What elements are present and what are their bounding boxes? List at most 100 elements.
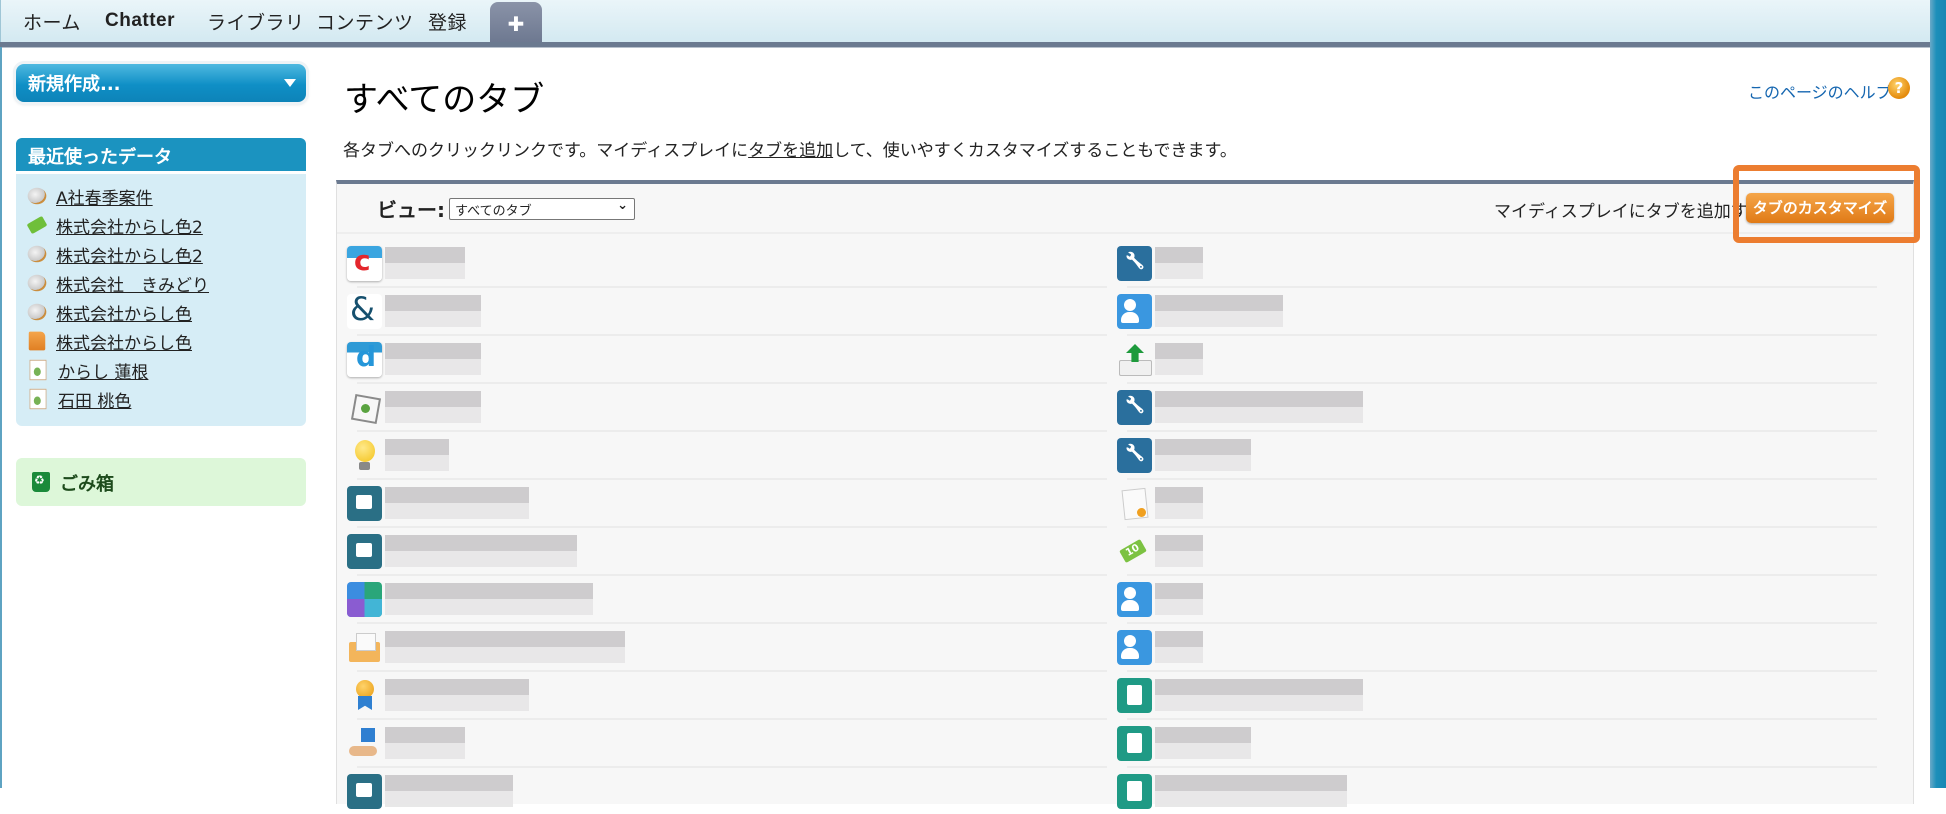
recent-item[interactable]: 株式会社からし色2 [26,212,203,238]
ampersand-logo-icon[interactable] [347,290,382,329]
tab-list-item-right[interactable] [1117,766,1877,814]
tab-list-item-right[interactable] [1117,622,1877,670]
redacted-tab-label[interactable] [385,391,481,423]
redacted-tab-label[interactable] [1155,631,1203,663]
all-tabs-button[interactable]: ✚ [490,2,542,43]
tab-list-item-left[interactable] [347,670,1107,718]
document-link-icon[interactable] [347,534,382,569]
redacted-tab-label[interactable] [385,247,465,279]
redacted-tab-label[interactable] [385,295,481,327]
recent-item[interactable]: 株式会社からし色2 [26,241,203,267]
recent-item-label[interactable]: 株式会社 きみどり [56,271,209,296]
document-edit-icon[interactable] [347,774,382,809]
redacted-tab-label[interactable] [1155,247,1203,279]
document-wrench-icon[interactable] [1117,438,1152,473]
recent-item-label[interactable]: 株式会社からし色 [56,300,192,325]
tab-list-item-right[interactable] [1117,240,1877,286]
redacted-tab-label[interactable] [385,775,513,807]
redacted-tab-label[interactable] [1155,295,1283,327]
redacted-tab-label[interactable] [1155,583,1203,615]
redacted-tab-label[interactable] [1155,679,1363,711]
help-icon[interactable]: ? [1888,77,1910,99]
tab-home[interactable]: ホーム [23,8,81,35]
create-new-button[interactable]: 新規作成... [16,64,306,102]
contract-icon[interactable] [1117,486,1152,521]
recycle-bin-link[interactable]: ごみ箱 [16,458,306,506]
redacted-tab-label[interactable] [1155,535,1203,567]
redacted-tab-label[interactable] [385,487,529,519]
open-envelope-icon[interactable] [347,630,382,665]
document-edit-icon[interactable] [347,486,382,521]
user-stack-icon[interactable] [1117,294,1152,329]
award-ribbon-icon[interactable] [347,678,382,713]
clipboard-copy-icon[interactable] [1117,678,1152,713]
redacted-tab-label[interactable] [1155,775,1347,807]
tab-list-item-left[interactable] [347,622,1107,670]
lightbulb-icon[interactable] [347,438,382,473]
tab-list-item-left[interactable] [347,286,1107,334]
recent-item[interactable]: 石田 桃色 [26,386,131,412]
tab-list-item-right[interactable] [1117,718,1877,766]
recent-item[interactable]: 株式会社からし色 [26,328,192,354]
recent-item[interactable]: 株式会社からし色 [26,299,192,325]
tab-chatter[interactable]: Chatter [105,10,175,32]
redacted-tab-label[interactable] [385,439,449,471]
tab-list-item-left[interactable] [347,526,1107,574]
tab-library[interactable]: ライブラリ [207,8,305,35]
tab-list-item-left[interactable] [347,574,1107,622]
recent-item-label[interactable]: からし 蓮根 [58,358,148,383]
document-wrench-icon[interactable] [1117,390,1152,425]
hand-cube-icon[interactable] [347,726,382,761]
recent-item-label[interactable]: 石田 桃色 [58,387,131,412]
redacted-tab-label[interactable] [1155,727,1251,759]
customize-tabs-button[interactable]: タブのカスタマイズ [1746,193,1894,223]
tab-list-item-left[interactable] [347,240,1107,286]
tab-content[interactable]: コンテンツ [316,8,414,35]
redacted-tab-label[interactable] [385,631,625,663]
tab-list-item-right[interactable] [1117,286,1877,334]
recent-item-label[interactable]: A社春季案件 [56,184,153,209]
redacted-tab-label[interactable] [385,343,481,375]
tab-list-item-right[interactable] [1117,526,1877,574]
recent-item[interactable]: A社春季案件 [26,183,153,209]
recent-item-label[interactable]: 株式会社からし色 [56,329,192,354]
recent-item[interactable]: からし 蓮根 [26,357,148,383]
tab-list-item-left[interactable] [347,382,1107,430]
tab-list-item-right[interactable] [1117,574,1877,622]
tab-list-item-right[interactable] [1117,334,1877,382]
user-stack-icon[interactable] [1117,582,1152,617]
recent-item[interactable]: 株式会社 きみどり [26,270,209,296]
upload-tray-icon[interactable] [1117,342,1152,377]
user-stack-icon[interactable] [1117,630,1152,665]
redacted-tab-label[interactable] [385,727,465,759]
document-wrench-icon[interactable] [1117,246,1152,281]
tab-list-item-left[interactable] [347,430,1107,478]
app-launcher-icon[interactable] [347,582,382,617]
clipboard-list-icon[interactable] [1117,726,1152,761]
redacted-tab-label[interactable] [385,583,593,615]
tab-list-item-right[interactable] [1117,670,1877,718]
add-tab-link[interactable]: タブを追加 [748,141,833,161]
view-select[interactable]: すべてのタブ ⌄ [449,198,635,220]
tab-list-item-right[interactable] [1117,430,1877,478]
price-tag-icon[interactable] [1117,534,1152,569]
redacted-tab-label[interactable] [1155,343,1203,375]
redacted-tab-label[interactable] [385,679,529,711]
redacted-tab-label[interactable] [385,535,577,567]
d-logo-icon[interactable] [347,340,382,377]
help-link[interactable]: このページのヘルプ [1748,79,1892,103]
tab-list-item-left[interactable] [347,718,1107,766]
network-nodes-icon[interactable] [347,390,382,425]
tab-list-item-left[interactable] [347,334,1107,382]
c-logo-icon[interactable] [347,244,382,281]
tab-list-item-right[interactable] [1117,382,1877,430]
recent-item-label[interactable]: 株式会社からし色2 [56,242,203,267]
tab-list-item-right[interactable] [1117,478,1877,526]
redacted-tab-label[interactable] [1155,391,1363,423]
tab-list-item-left[interactable] [347,478,1107,526]
redacted-tab-label[interactable] [1155,439,1251,471]
redacted-tab-label[interactable] [1155,487,1203,519]
tab-list-item-left[interactable] [347,766,1107,814]
clipboard-list-icon[interactable] [1117,774,1152,809]
tab-subscriptions[interactable]: 登録 [428,8,467,35]
